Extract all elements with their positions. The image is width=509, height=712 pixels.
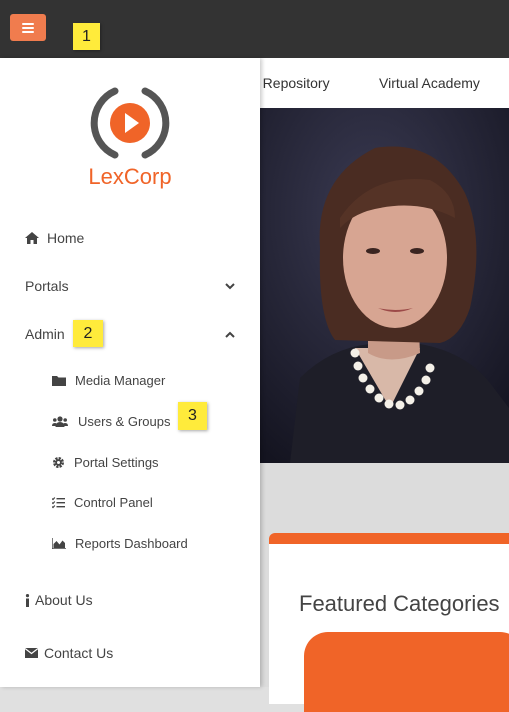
reports-dashboard-label: Reports Dashboard [75, 536, 188, 551]
sidebar-item-media-manager[interactable]: Media Manager [52, 373, 165, 388]
gear-icon [52, 456, 65, 469]
sidebar-item-portals[interactable]: Portals [25, 278, 235, 294]
callout-marker-3: 3 [178, 402, 207, 430]
users-groups-label: Users & Groups [78, 414, 171, 429]
folder-icon [52, 375, 66, 386]
sidebar-item-control-panel[interactable]: Control Panel [52, 495, 153, 510]
category-tile[interactable] [304, 632, 509, 712]
nav-link-virtual-academy[interactable]: Virtual Academy [379, 75, 480, 91]
sidebar-item-portals-label: Portals [25, 278, 69, 294]
callout-marker-1: 1 [73, 23, 100, 50]
home-icon [25, 232, 39, 244]
lexcorp-logo-icon [90, 87, 170, 159]
callout-marker-2: 2 [73, 320, 103, 347]
chevron-up-icon [225, 331, 235, 338]
top-navigation: a Repository Virtual Academy [251, 58, 509, 108]
sidebar-item-contact[interactable]: Contact Us [25, 645, 113, 661]
area-chart-icon [52, 538, 66, 549]
featured-categories-title: Featured Categories [299, 591, 500, 616]
envelope-icon [25, 648, 38, 658]
users-icon [52, 416, 68, 427]
brand-name: LexCorp [88, 164, 172, 189]
chevron-down-icon [225, 282, 235, 289]
hero-video-frame[interactable] [260, 108, 509, 463]
contact-us-label: Contact Us [44, 645, 114, 661]
list-check-icon [52, 496, 65, 509]
sidebar-item-admin[interactable]: Admin [25, 326, 235, 342]
control-panel-label: Control Panel [74, 495, 153, 510]
menu-icon [22, 22, 34, 33]
media-manager-label: Media Manager [75, 373, 166, 388]
info-icon [25, 593, 30, 607]
portal-settings-label: Portal Settings [74, 455, 159, 470]
featured-categories-card: Featured Categories [269, 533, 509, 712]
nav-link-repository[interactable]: a Repository [251, 75, 330, 91]
sidebar-item-reports-dashboard[interactable]: Reports Dashboard [52, 536, 188, 551]
about-us-label: About Us [35, 592, 93, 608]
sidebar-item-admin-label: Admin [25, 326, 65, 342]
sidebar-item-home-label: Home [47, 230, 85, 246]
hamburger-menu-button[interactable] [10, 14, 46, 41]
sidebar: LexCorp Home Portals Admin Media Manager [0, 58, 260, 687]
sidebar-item-home[interactable]: Home [25, 230, 84, 246]
presenter-image [260, 108, 509, 463]
sidebar-item-users-groups[interactable]: Users & Groups [52, 414, 170, 429]
sidebar-item-portal-settings[interactable]: Portal Settings [52, 455, 159, 470]
sidebar-item-about[interactable]: About Us [25, 592, 93, 608]
